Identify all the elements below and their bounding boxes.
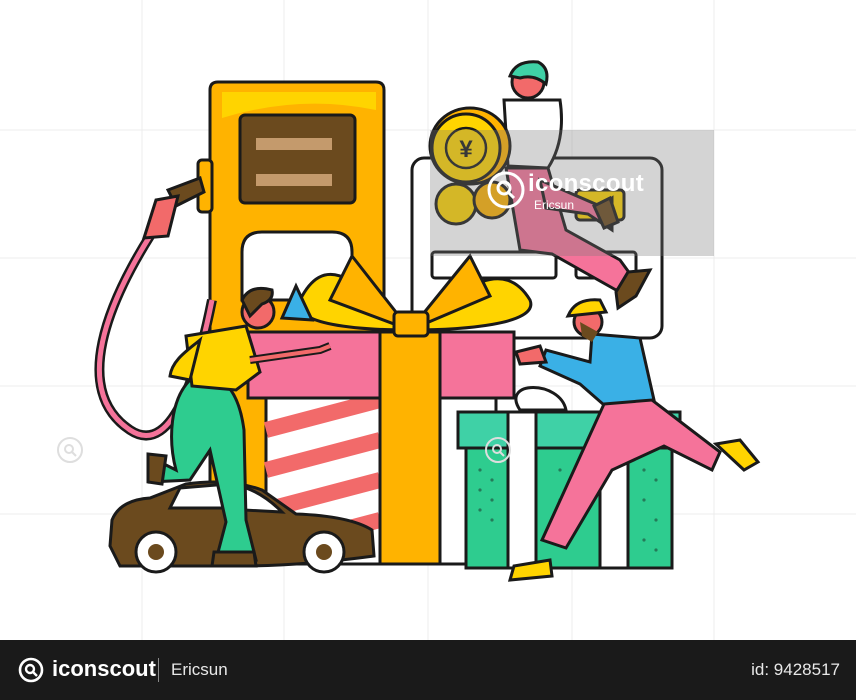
ghost-watermark-icon	[57, 437, 83, 463]
illustration-canvas: ¥ iconscout Ericsun	[0, 0, 856, 640]
footer-author[interactable]: Ericsun	[171, 660, 228, 680]
footer-asset-id: id: 9428517	[751, 660, 840, 679]
watermark-author: Ericsun	[534, 198, 575, 212]
watermark-brand: iconscout	[528, 170, 645, 197]
footer-divider	[158, 658, 159, 682]
ghost-watermark-icon	[485, 437, 511, 463]
gift-fuel-scene: ¥	[94, 60, 761, 582]
footer-brand[interactable]: iconscout	[52, 656, 156, 682]
footer-bar: iconscout Ericsun id: 9428517	[0, 640, 856, 700]
iconscout-logo-icon	[487, 171, 525, 209]
iconscout-logo-icon[interactable]	[18, 657, 44, 683]
